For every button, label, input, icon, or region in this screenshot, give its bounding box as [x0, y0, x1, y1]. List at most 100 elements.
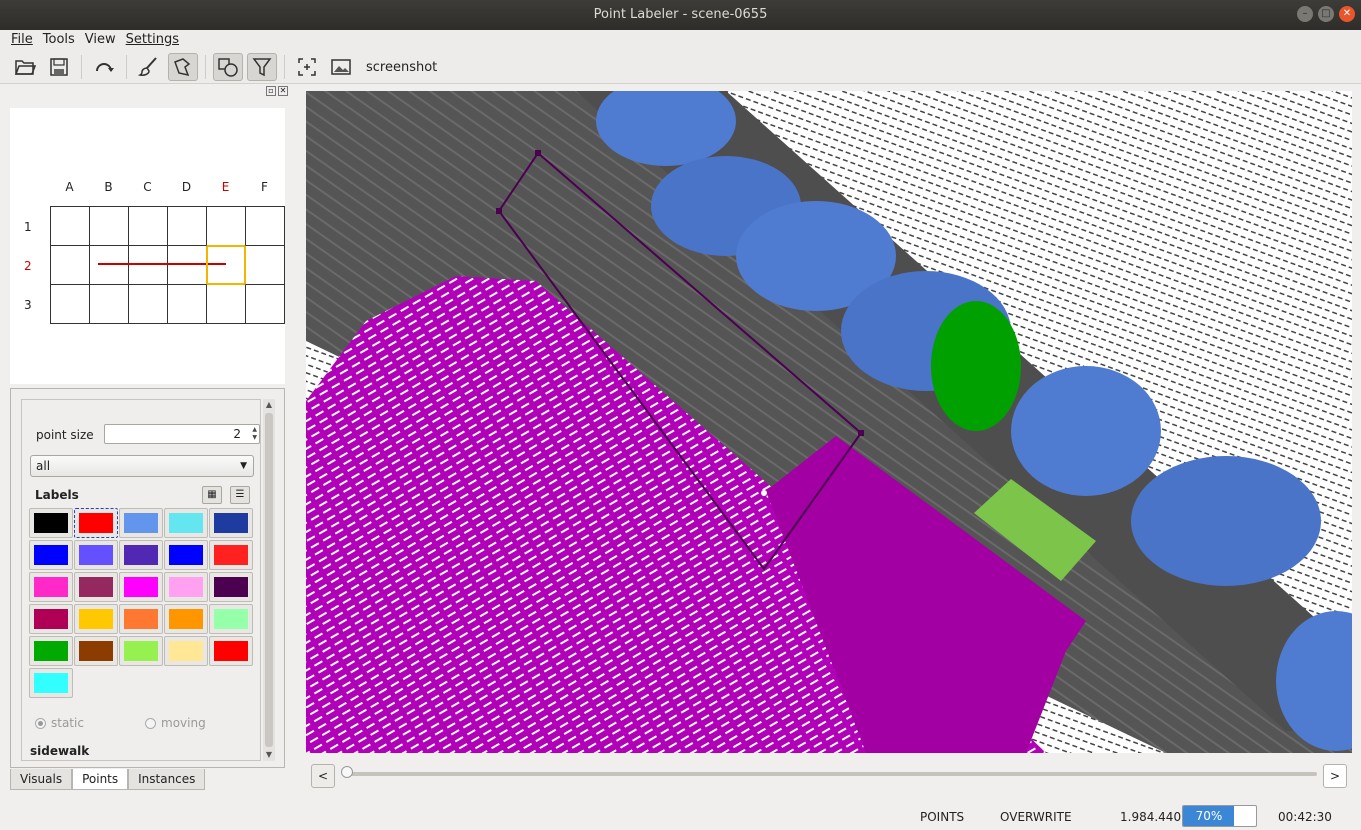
- filter-icon: [252, 58, 272, 77]
- close-dock-button[interactable]: ✕: [278, 86, 288, 96]
- screenshot-button[interactable]: [326, 53, 356, 81]
- open-button[interactable]: [10, 53, 40, 81]
- list-view-button[interactable]: ☰: [230, 486, 250, 504]
- tile-cell[interactable]: [128, 284, 168, 324]
- label-swatch-button[interactable]: [29, 636, 73, 666]
- save-button[interactable]: [44, 53, 74, 81]
- scroll-down-icon[interactable]: ▼: [263, 749, 275, 761]
- label-swatch-button[interactable]: [119, 636, 163, 666]
- tab-instances[interactable]: Instances: [128, 769, 206, 790]
- radio-moving[interactable]: moving: [145, 716, 206, 730]
- tile-cell[interactable]: [167, 284, 207, 324]
- polygon-button[interactable]: [168, 53, 198, 81]
- label-swatch-button[interactable]: [74, 572, 118, 602]
- tile-cell[interactable]: [89, 284, 129, 324]
- label-filter-combo[interactable]: all ▼: [30, 455, 254, 477]
- label-swatch-button[interactable]: [29, 540, 73, 570]
- next-scan-button[interactable]: >: [1323, 764, 1347, 788]
- reload-button[interactable]: [89, 53, 119, 81]
- menu-file[interactable]: File: [6, 30, 38, 51]
- label-swatch-button[interactable]: [209, 636, 253, 666]
- tile-cell[interactable]: [50, 206, 90, 246]
- label-swatch-button[interactable]: [209, 540, 253, 570]
- prev-scan-button[interactable]: <: [311, 764, 335, 788]
- tile-cell[interactable]: [128, 206, 168, 246]
- menu-tools[interactable]: Tools: [38, 30, 80, 51]
- label-swatch-button[interactable]: [74, 540, 118, 570]
- tile-cell[interactable]: [89, 206, 129, 246]
- label-swatch-button[interactable]: [29, 668, 73, 698]
- label-swatch-button[interactable]: [29, 508, 73, 538]
- menu-view[interactable]: View: [80, 30, 121, 51]
- label-swatch-button[interactable]: [209, 508, 253, 538]
- tile-cell[interactable]: [128, 245, 168, 285]
- label-swatch-button[interactable]: [119, 508, 163, 538]
- label-color: [79, 513, 113, 533]
- tile-cell[interactable]: [167, 206, 207, 246]
- spin-arrows-icon[interactable]: ▲ ▼: [252, 426, 257, 442]
- status-mode: POINTS: [920, 810, 965, 824]
- column-header: D: [181, 180, 192, 194]
- brush-button[interactable]: [134, 53, 164, 81]
- label-color: [34, 577, 68, 597]
- tile-cell[interactable]: [50, 245, 90, 285]
- progress-text: 70%: [1195, 809, 1223, 823]
- label-swatch-button[interactable]: [164, 636, 208, 666]
- tile-cell[interactable]: [245, 206, 285, 246]
- tile-cell[interactable]: [50, 284, 90, 324]
- scan-slider-handle[interactable]: [341, 766, 353, 778]
- label-swatch-button[interactable]: [119, 540, 163, 570]
- label-swatch-button[interactable]: [74, 604, 118, 634]
- label-swatch-button[interactable]: [29, 604, 73, 634]
- menu-settings[interactable]: Settings: [121, 30, 184, 51]
- float-dock-button[interactable]: ▫: [266, 86, 276, 96]
- label-swatch-button[interactable]: [74, 636, 118, 666]
- filter-button[interactable]: [247, 53, 277, 81]
- label-color: [214, 609, 248, 629]
- center-view-button[interactable]: [292, 53, 322, 81]
- label-color: [79, 609, 113, 629]
- tab-visuals[interactable]: Visuals: [10, 769, 73, 790]
- label-swatch-button[interactable]: [29, 572, 73, 602]
- polygon-vertex[interactable]: [535, 150, 541, 156]
- scroll-up-icon[interactable]: ▲: [263, 399, 275, 411]
- label-swatch-button[interactable]: [164, 508, 208, 538]
- car-object: [1011, 366, 1161, 496]
- minimize-button[interactable]: –: [1297, 6, 1313, 22]
- polygon-vertex[interactable]: [858, 430, 864, 436]
- screenshot-icon: [331, 59, 351, 75]
- tile-cell[interactable]: [206, 284, 246, 324]
- tab-points[interactable]: Points: [72, 769, 129, 790]
- polygon-vertex[interactable]: [761, 490, 767, 496]
- screenshot-label[interactable]: screenshot: [360, 60, 443, 75]
- point-size-value: 2: [233, 427, 241, 441]
- grid-view-button[interactable]: ▦: [202, 486, 222, 504]
- polygon-vertex[interactable]: [496, 208, 502, 214]
- label-swatch-button[interactable]: [74, 508, 118, 538]
- tile-cell[interactable]: [245, 284, 285, 324]
- label-swatch-button[interactable]: [209, 604, 253, 634]
- points-scrollbar[interactable]: ▲ ▼: [263, 399, 275, 761]
- reload-icon: [96, 63, 114, 72]
- point-cloud-viewport[interactable]: [306, 91, 1352, 753]
- tile-cell[interactable]: [206, 206, 246, 246]
- label-swatch-button[interactable]: [164, 572, 208, 602]
- maximize-button[interactable]: □: [1318, 6, 1334, 22]
- tile-cell[interactable]: [167, 245, 207, 285]
- shapes-button[interactable]: [213, 53, 243, 81]
- close-button[interactable]: ✕: [1339, 6, 1355, 22]
- label-swatch-button[interactable]: [119, 572, 163, 602]
- point-size-spinbox[interactable]: 2 ▲ ▼: [104, 424, 260, 444]
- tile-cell[interactable]: [245, 245, 285, 285]
- radio-static[interactable]: static: [35, 716, 84, 730]
- label-swatch-button[interactable]: [164, 540, 208, 570]
- scan-slider-track[interactable]: [345, 772, 1317, 776]
- label-swatch-button[interactable]: [119, 604, 163, 634]
- label-swatch-button[interactable]: [209, 572, 253, 602]
- label-color: [214, 545, 248, 565]
- column-header: B: [104, 180, 113, 194]
- tile-cell[interactable]: [89, 245, 129, 285]
- scroll-thumb[interactable]: [265, 413, 273, 747]
- label-swatch-button[interactable]: [164, 604, 208, 634]
- point-cloud-render[interactable]: [306, 91, 1352, 753]
